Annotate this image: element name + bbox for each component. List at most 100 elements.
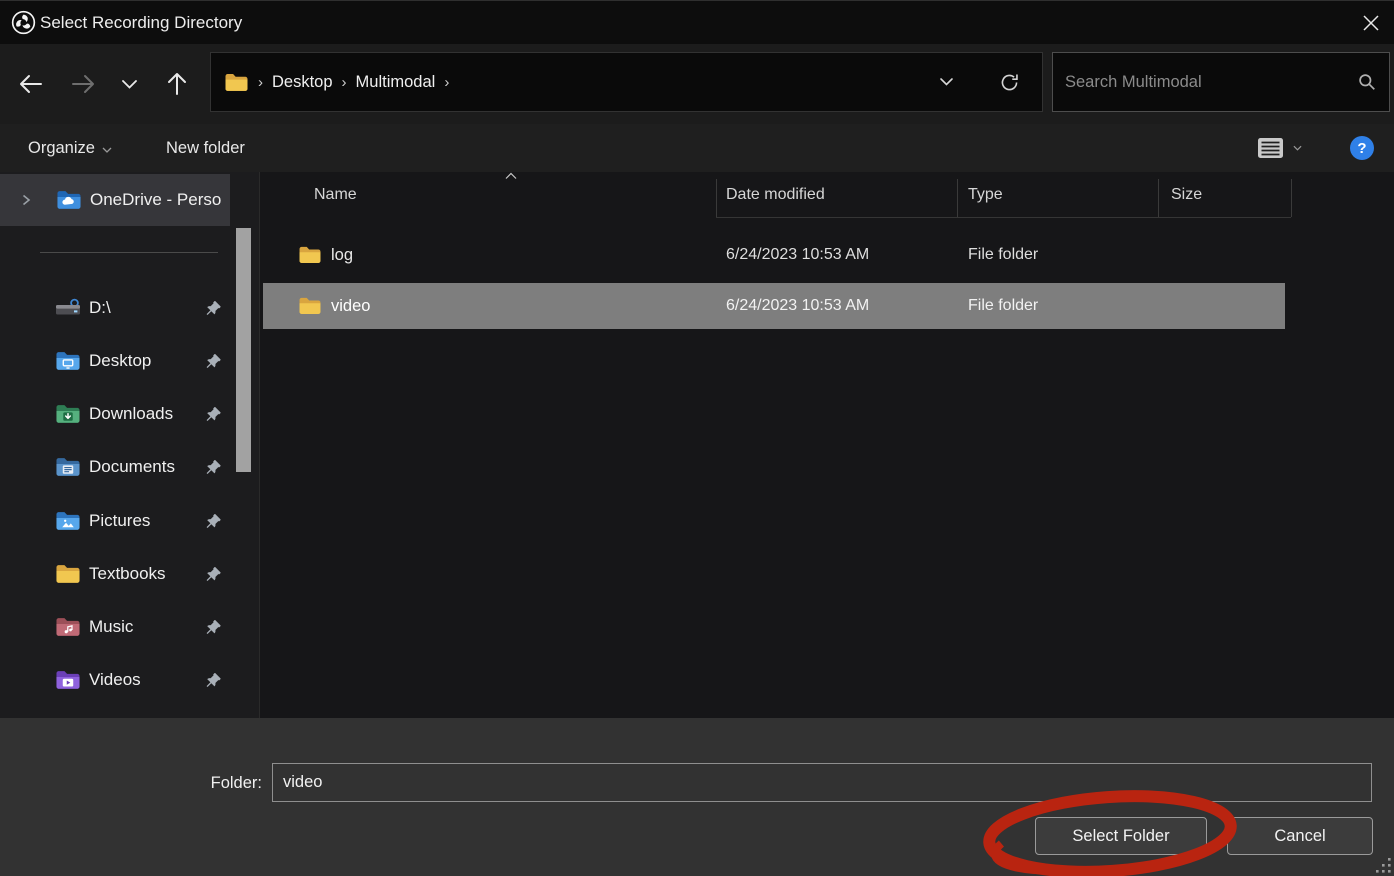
onedrive-folder-icon	[56, 189, 82, 211]
back-button[interactable]	[14, 44, 48, 124]
breadcrumb-separator: ›	[258, 74, 263, 91]
sidebar-item-label: Music	[89, 617, 133, 637]
sidebar-item-label: Textbooks	[89, 564, 166, 584]
view-mode-button[interactable]	[1257, 124, 1284, 172]
pin-icon	[204, 299, 222, 317]
up-button[interactable]	[160, 44, 194, 124]
column-header-name[interactable]: Name	[314, 186, 357, 204]
pin-icon	[204, 565, 222, 583]
search-icon[interactable]	[1345, 73, 1389, 91]
textbooks-folder-icon	[55, 563, 81, 585]
downloads-folder-icon	[55, 403, 81, 425]
folder-name-input[interactable]	[272, 763, 1372, 802]
chevron-right-icon	[20, 194, 32, 206]
file-dialog-window: Select Recording Directory › Desktop › M…	[0, 0, 1394, 876]
forward-arrow-icon	[70, 73, 96, 95]
sidebar-item-onedrive[interactable]: OneDrive - Perso	[0, 174, 230, 226]
sidebar-scrollbar-thumb[interactable]	[236, 228, 251, 472]
new-folder-button[interactable]: New folder	[166, 124, 245, 172]
window-title: Select Recording Directory	[40, 13, 242, 33]
column-divider[interactable]	[957, 179, 958, 217]
cancel-button[interactable]: Cancel	[1227, 817, 1373, 855]
sidebar-item-label: Documents	[89, 457, 175, 477]
sidebar-item-label: Videos	[89, 670, 141, 690]
resize-grip[interactable]	[1374, 856, 1392, 874]
videos-folder-icon	[55, 669, 81, 691]
sidebar-item-textbooks[interactable]: Textbooks	[0, 551, 230, 597]
caret-down-icon	[102, 147, 112, 153]
refresh-button[interactable]	[976, 53, 1042, 111]
sidebar-item-desktop[interactable]: Desktop	[0, 338, 230, 384]
column-header-size[interactable]: Size	[1171, 186, 1202, 204]
dialog-toolbar: Organize New folder ?	[0, 124, 1394, 172]
folder-icon	[298, 245, 322, 265]
pin-icon	[204, 458, 222, 476]
view-mode-dropdown[interactable]	[1293, 124, 1302, 172]
file-type: File folder	[968, 297, 1038, 315]
column-header-type[interactable]: Type	[968, 186, 1003, 204]
search-input[interactable]	[1053, 73, 1345, 92]
sidebar-item-label: OneDrive - Perso	[90, 190, 221, 210]
pin-icon	[204, 405, 222, 423]
forward-button[interactable]	[66, 44, 100, 124]
file-date-modified: 6/24/2023 10:53 AM	[726, 297, 869, 315]
desktop-folder-icon	[55, 350, 81, 372]
navigation-bar: › Desktop › Multimodal ›	[0, 44, 1394, 124]
refresh-icon	[999, 72, 1020, 93]
folder-label: Folder:	[160, 774, 262, 793]
close-button[interactable]	[1361, 13, 1381, 33]
pin-icon	[204, 352, 222, 370]
column-divider[interactable]	[1291, 179, 1292, 217]
pin-icon	[204, 618, 222, 636]
file-name: log	[331, 246, 353, 265]
header-underline	[716, 217, 1291, 218]
address-breadcrumb[interactable]: › Desktop › Multimodal ›	[210, 52, 1043, 112]
chevron-down-icon	[939, 77, 954, 87]
sidebar-item-pictures[interactable]: Pictures	[0, 498, 230, 544]
column-header-date-modified[interactable]: Date modified	[726, 186, 825, 204]
pin-icon	[204, 512, 222, 530]
file-date-modified: 6/24/2023 10:53 AM	[726, 246, 869, 264]
sidebar-item-downloads[interactable]: Downloads	[0, 391, 230, 437]
address-dropdown-button[interactable]	[916, 53, 976, 111]
breadcrumb-separator[interactable]: ›	[342, 74, 347, 91]
column-divider[interactable]	[1158, 179, 1159, 217]
sidebar-item-label: D:\	[89, 298, 111, 318]
folder-icon	[224, 72, 249, 93]
breadcrumb-item-multimodal[interactable]: Multimodal	[356, 73, 436, 92]
dialog-footer: Folder: Select Folder Cancel	[0, 718, 1394, 876]
back-arrow-icon	[18, 73, 44, 95]
file-row-video-selected[interactable]: video 6/24/2023 10:53 AM File folder	[263, 283, 1285, 329]
obs-logo-icon	[11, 10, 36, 35]
column-divider[interactable]	[716, 179, 717, 217]
up-arrow-icon	[166, 71, 188, 97]
sidebar-item-label: Downloads	[89, 404, 173, 424]
search-box[interactable]	[1052, 52, 1390, 112]
close-icon	[1362, 14, 1380, 32]
organize-button[interactable]: Organize	[28, 124, 112, 172]
file-list-pane: Name Date modified Type Size log 6/24/20…	[259, 172, 1394, 718]
breadcrumb-separator[interactable]: ›	[444, 74, 449, 91]
caret-down-icon	[1293, 145, 1302, 151]
sort-ascending-icon	[504, 172, 518, 180]
pin-icon	[204, 671, 222, 689]
documents-folder-icon	[55, 456, 81, 478]
sidebar-item-music[interactable]: Music	[0, 604, 230, 650]
music-folder-icon	[55, 616, 81, 638]
pictures-folder-icon	[55, 510, 81, 532]
recent-locations-button[interactable]	[116, 44, 142, 124]
folder-icon	[298, 296, 322, 316]
sidebar-item-label: Desktop	[89, 351, 151, 371]
navigation-pane: OneDrive - Perso D:\ Desktop	[0, 172, 259, 718]
chevron-down-icon	[121, 79, 138, 90]
sidebar-item-d-drive[interactable]: D:\	[0, 285, 230, 331]
sidebar-item-documents[interactable]: Documents	[0, 444, 230, 490]
organize-label: Organize	[28, 139, 95, 158]
sidebar-item-videos[interactable]: Videos	[0, 657, 230, 703]
help-button[interactable]: ?	[1350, 136, 1374, 160]
file-row-log[interactable]: log 6/24/2023 10:53 AM File folder	[263, 229, 1285, 281]
sidebar-item-label: Pictures	[89, 511, 150, 531]
details-view-icon	[1257, 136, 1284, 160]
breadcrumb-item-desktop[interactable]: Desktop	[272, 73, 333, 92]
select-folder-button[interactable]: Select Folder	[1035, 817, 1207, 855]
